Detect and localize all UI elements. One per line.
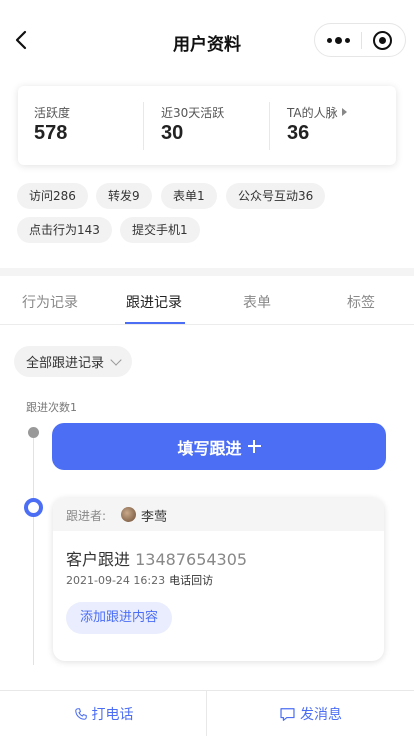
timeline-line [33, 430, 34, 665]
bottom-action-bar: 打电话 发消息 [0, 690, 414, 736]
stat-divider [143, 102, 144, 150]
stats-card: 活跃度 578 近30天活跃 30 TA的人脉 36 [18, 86, 396, 165]
timeline-dot [28, 427, 39, 438]
call-button[interactable]: 打电话 [0, 691, 207, 736]
fill-followup-label: 填写跟进 [177, 438, 242, 458]
section-divider [0, 268, 414, 276]
stat-value: 30 [161, 122, 184, 144]
record-meta: 2021-09-24 16:23 电话回访 [66, 572, 213, 588]
active-tab-indicator [125, 322, 185, 324]
tag-phone-submit: 提交手机1 [120, 217, 200, 243]
top-bar: 用户资料 [0, 0, 414, 80]
filter-label: 全部跟进记录 [26, 356, 105, 371]
message-label: 发消息 [300, 707, 342, 723]
followup-record-card: 跟进者: 李莺 客户跟进 13487654305 2021-09-24 16:2… [53, 498, 384, 661]
record-header: 跟进者: 李莺 [53, 498, 384, 531]
stat-label-text: TA的人脉 [287, 106, 338, 120]
stat-value: 36 [287, 122, 310, 144]
stat-label: 活跃度 [34, 106, 71, 120]
tab-bar: 行为记录 跟进记录 表单 标签 [0, 276, 414, 325]
follower-label: 跟进者: [66, 509, 107, 523]
tab-forms[interactable]: 表单 [243, 292, 271, 312]
tag-visits: 访问286 [17, 183, 88, 209]
capsule-divider [361, 32, 362, 49]
follower-name: 李莺 [141, 510, 168, 525]
timeline-dot-active [24, 498, 43, 517]
followup-filter-dropdown[interactable]: 全部跟进记录 [14, 346, 133, 377]
message-icon [280, 707, 295, 721]
mini-program-capsule [314, 23, 406, 57]
add-followup-content-button[interactable]: 添加跟进内容 [66, 602, 173, 634]
record-datetime: 2021-09-24 16:23 [66, 574, 166, 587]
target-icon[interactable] [373, 31, 392, 50]
chevron-down-icon [110, 353, 122, 366]
tag-official-account: 公众号互动36 [226, 183, 326, 209]
record-type: 电话回访 [169, 574, 214, 587]
tab-followup[interactable]: 跟进记录 [126, 292, 182, 312]
record-phone: 13487654305 [135, 550, 248, 569]
message-button[interactable]: 发消息 [207, 691, 414, 736]
stat-divider [269, 102, 270, 150]
followup-count: 跟进次数1 [26, 401, 77, 414]
tag-forms: 表单1 [161, 183, 217, 209]
phone-icon [74, 708, 87, 720]
tag-shares: 转发9 [96, 183, 152, 209]
avatar [121, 507, 136, 522]
stat-label: TA的人脉 [287, 104, 347, 121]
tab-labels[interactable]: 标签 [347, 292, 375, 312]
caret-right-icon [341, 108, 347, 116]
record-title-text: 客户跟进 [66, 550, 131, 569]
stat-value: 578 [34, 122, 68, 144]
tag-clicks: 点击行为143 [17, 217, 112, 243]
record-title: 客户跟进 13487654305 [66, 546, 247, 570]
stat-label: 近30天活跃 [161, 106, 225, 120]
tab-behavior[interactable]: 行为记录 [22, 292, 78, 312]
call-label: 打电话 [91, 707, 134, 723]
fill-followup-button[interactable]: 填写跟进 [52, 423, 386, 470]
more-dots-icon[interactable] [315, 24, 361, 56]
plus-icon [247, 440, 261, 453]
